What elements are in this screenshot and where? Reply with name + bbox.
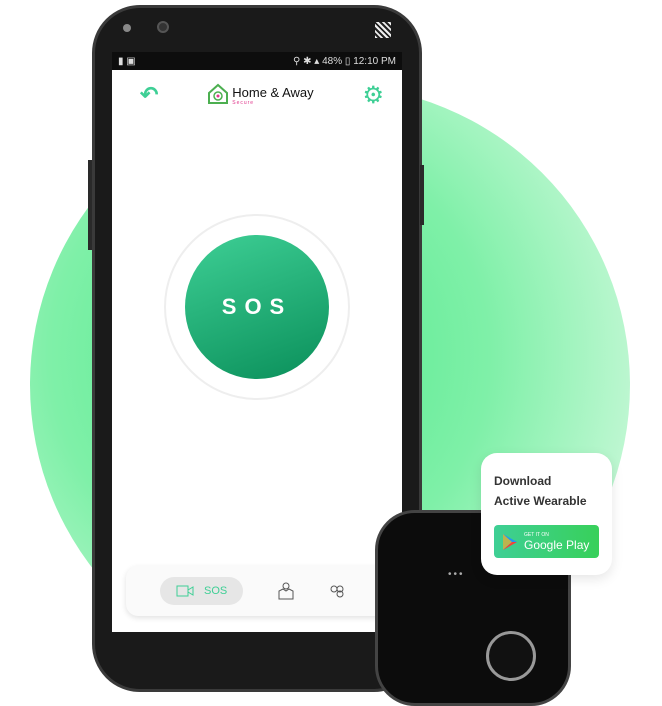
app-logo: Home & Away Secure [207, 83, 314, 107]
battery-level: 48% [322, 55, 343, 67]
app-subtitle: Secure [232, 99, 255, 106]
video-camera-icon [176, 585, 194, 597]
map-pin-icon[interactable] [277, 582, 295, 600]
back-icon[interactable]: ↶ [140, 82, 158, 108]
status-icons: ⚲ ✱ ▴ [293, 55, 323, 67]
home-pin-icon [208, 83, 229, 104]
nav-item-sos[interactable]: SOS [160, 577, 244, 605]
sensor [123, 24, 131, 32]
phone-screen: ▮ ▣ ⚲ ✱ ▴ 48% ▯ 12:10 PM ↶ Home & Away Se… [112, 52, 402, 632]
card-title-line2: Active Wearable [494, 494, 587, 508]
clock: 12:10 PM [353, 55, 396, 67]
camera-icon [157, 21, 169, 33]
sos-button[interactable]: SOS [185, 235, 329, 379]
google-play-icon [503, 533, 517, 550]
download-card: Download Active Wearable GET IT ON Google… [481, 453, 612, 575]
notification-icons: ▮ ▣ [118, 55, 136, 67]
settings-gear-icon[interactable]: ⚙ [362, 81, 384, 110]
volume-button [88, 160, 92, 250]
app-title: Home & Away [232, 84, 314, 100]
group-icon[interactable] [329, 584, 345, 598]
card-title-line1: Download [494, 474, 552, 488]
app-bar: ↶ Home & Away Secure ⚙ [112, 70, 402, 120]
power-button [420, 165, 424, 225]
bottom-nav: SOS [126, 566, 402, 616]
sos-ring: SOS [164, 214, 350, 400]
badge-large-text: Google Play [524, 537, 590, 552]
status-bar: ▮ ▣ ⚲ ✱ ▴ 48% ▯ 12:10 PM [112, 52, 402, 70]
nav-label-sos: SOS [204, 585, 228, 597]
device-button [486, 631, 536, 681]
indicator-dots: ••• [448, 569, 465, 580]
google-play-badge[interactable]: GET IT ON Google Play [494, 525, 599, 558]
flash-icon [375, 22, 391, 38]
